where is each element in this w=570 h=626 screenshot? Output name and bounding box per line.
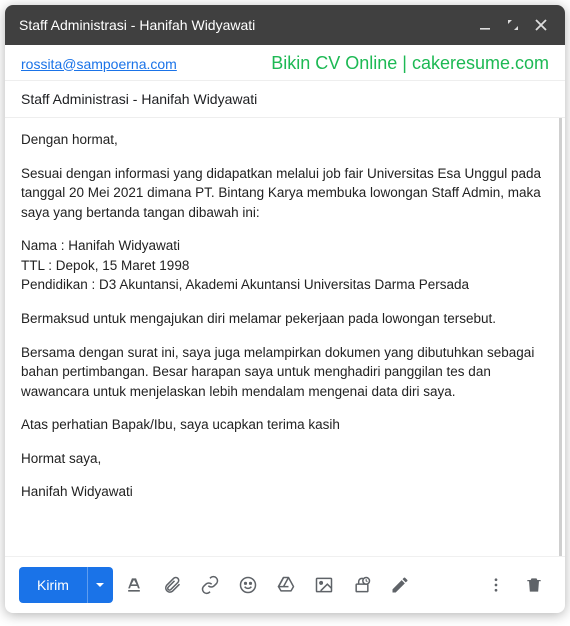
emoji-icon[interactable]	[231, 568, 265, 602]
attach-icon[interactable]	[155, 568, 189, 602]
body-p2: Bermaksud untuk mengajukan diri melamar …	[21, 309, 543, 329]
link-icon[interactable]	[193, 568, 227, 602]
body-p4: Atas perhatian Bapak/Ibu, saya ucapkan t…	[21, 415, 543, 435]
expand-icon[interactable]	[503, 15, 523, 35]
body-p3: Bersama dengan surat ini, saya juga mela…	[21, 343, 543, 402]
send-button-group: Kirim	[19, 567, 113, 603]
watermark-text: Bikin CV Online | cakeresume.com	[271, 53, 549, 74]
window-title: Staff Administrasi - Hanifah Widyawati	[19, 17, 467, 33]
recipient-row: rossita@sampoerna.com Bikin CV Online | …	[5, 45, 565, 81]
text-format-icon[interactable]	[117, 568, 151, 602]
more-icon[interactable]	[479, 568, 513, 602]
email-body[interactable]: Dengan hormat, Sesuai dengan informasi y…	[5, 118, 562, 556]
pen-icon[interactable]	[383, 568, 417, 602]
recipient-email[interactable]: rossita@sampoerna.com	[21, 56, 271, 72]
body-p1: Sesuai dengan informasi yang didapatkan …	[21, 164, 543, 223]
close-icon[interactable]	[531, 15, 551, 35]
image-icon[interactable]	[307, 568, 341, 602]
send-dropdown-icon[interactable]	[87, 567, 113, 603]
body-info-ttl: TTL : Depok, 15 Maret 1998	[21, 256, 543, 276]
compose-window: Staff Administrasi - Hanifah Widyawati r…	[5, 5, 565, 613]
body-info-edu: Pendidikan : D3 Akuntansi, Akademi Akunt…	[21, 275, 543, 295]
body-closing: Hormat saya,	[21, 449, 543, 469]
confidential-icon[interactable]	[345, 568, 379, 602]
body-signature: Hanifah Widyawati	[21, 482, 543, 502]
drive-icon[interactable]	[269, 568, 303, 602]
send-button[interactable]: Kirim	[19, 567, 87, 603]
body-info-name: Nama : Hanifah Widyawati	[21, 236, 543, 256]
compose-toolbar: Kirim	[5, 556, 565, 613]
titlebar: Staff Administrasi - Hanifah Widyawati	[5, 5, 565, 45]
minimize-icon[interactable]	[475, 15, 495, 35]
body-greeting: Dengan hormat,	[21, 130, 543, 150]
trash-icon[interactable]	[517, 568, 551, 602]
subject-field[interactable]: Staff Administrasi - Hanifah Widyawati	[5, 81, 565, 118]
